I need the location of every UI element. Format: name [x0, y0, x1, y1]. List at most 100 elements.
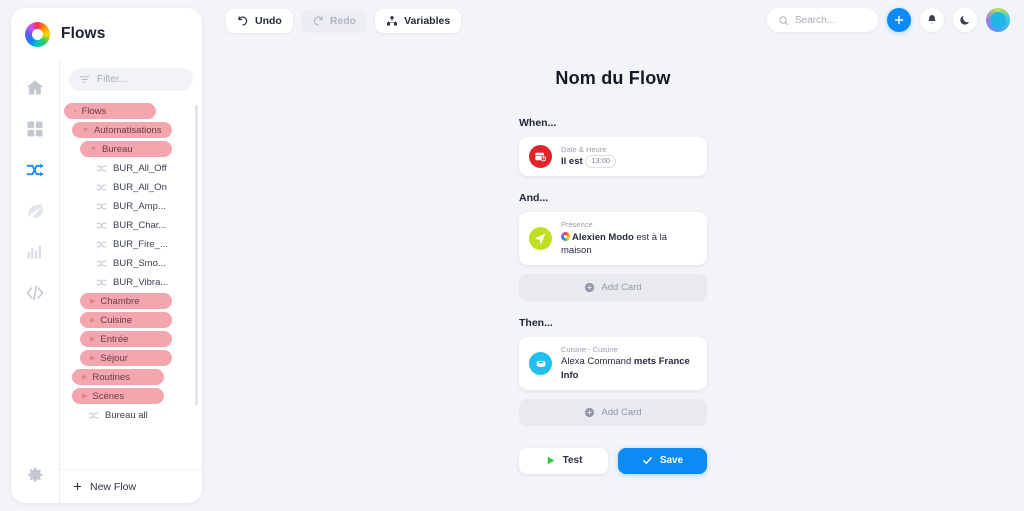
- flow-tree-column: Filter... ▪Flows ▼Automatisations ▼Bureau B…: [59, 60, 202, 503]
- tree-group-routines[interactable]: ▶Routines: [72, 369, 164, 385]
- tree-flow-bur-char-[interactable]: BUR_Char...: [60, 217, 202, 233]
- avatar[interactable]: [986, 8, 1010, 32]
- tree-flow-label: BUR_Char...: [113, 220, 166, 231]
- chevron-right-icon: ▶: [90, 355, 95, 362]
- flow-card-body: Date & HeureIl est 13:00: [561, 145, 616, 168]
- tree-group-label: Chambre: [100, 296, 139, 307]
- chevron-down-icon: ▼: [90, 146, 97, 153]
- filter-placeholder: Filter...: [97, 74, 127, 85]
- page-title: Nom du Flow: [519, 68, 707, 89]
- flow-icon[interactable]: [25, 160, 45, 180]
- tree-flow-bur-all-on[interactable]: BUR_All_On: [60, 179, 202, 195]
- undo-icon: [237, 15, 249, 27]
- tree-group-séjour[interactable]: ▶Séjour: [80, 350, 172, 366]
- notifications-button[interactable]: [920, 8, 944, 32]
- tree-flow-label: Bureau all: [105, 410, 148, 421]
- add-card-button[interactable]: Add Card: [519, 274, 707, 301]
- flow-sections: When...Date & HeureIl est 13:00And...Pré…: [519, 117, 707, 426]
- section-label: Then...: [519, 317, 707, 329]
- time-badge[interactable]: 13:00: [585, 155, 616, 168]
- undo-label: Undo: [255, 15, 282, 27]
- tree-group-entrée[interactable]: ▶Entrée: [80, 331, 172, 347]
- tree-flow-bur-vibra-[interactable]: BUR_Vibra...: [60, 274, 202, 290]
- tree-group-scènes[interactable]: ▶Scènes: [72, 388, 164, 404]
- redo-button[interactable]: Redo: [301, 9, 367, 33]
- person-avatar-icon: [561, 232, 570, 241]
- plus-circle-icon: [584, 282, 595, 293]
- flow-editor: Nom du Flow When... Date & HeureIl est 13…: [519, 68, 707, 474]
- flow-card-subtitle: Cuisine - Cuisine: [561, 345, 697, 355]
- plus-circle-icon: [584, 407, 595, 418]
- tree-group-cuisine[interactable]: ▶ Cuisine: [80, 312, 172, 328]
- flow-icon: [96, 183, 107, 192]
- sidebar-body: Filter... ▪Flows ▼Automatisations ▼Bureau B…: [11, 60, 202, 503]
- add-button[interactable]: [887, 8, 911, 32]
- undo-button[interactable]: Undo: [226, 9, 293, 33]
- flow-card-subtitle: Date & Heure: [561, 145, 616, 155]
- toolbar-right-group: Search...: [767, 8, 1010, 32]
- tree-scroll-area[interactable]: ▪Flows ▼Automatisations ▼Bureau BUR_All_Off…: [60, 97, 202, 469]
- flow-card[interactable]: Cuisine - CuisineAlexa Command mets Fran…: [519, 337, 707, 390]
- flow-icon: [96, 164, 107, 173]
- redo-label: Redo: [330, 15, 356, 27]
- gear-icon[interactable]: [25, 465, 45, 485]
- add-card-button[interactable]: Add Card: [519, 399, 707, 426]
- tree-flow-bur-fire-[interactable]: BUR_Fire_...: [60, 236, 202, 252]
- save-button[interactable]: Save: [618, 448, 707, 474]
- code-icon[interactable]: [25, 283, 45, 303]
- section-label: When...: [519, 117, 707, 129]
- tree-group-label: Cuisine: [100, 315, 132, 326]
- app-root: Flows: [0, 0, 1024, 511]
- flow-card[interactable]: Date & HeureIl est 13:00: [519, 137, 707, 176]
- tree-flow-bur-smo-[interactable]: BUR_Smo...: [60, 255, 202, 271]
- flow-icon: [96, 221, 107, 230]
- chevron-right-icon: ▶: [90, 317, 95, 324]
- test-button[interactable]: Test: [519, 448, 608, 474]
- grid-icon[interactable]: [25, 119, 45, 139]
- tree-group-flows[interactable]: ▪Flows: [64, 103, 156, 119]
- home-icon[interactable]: [25, 78, 45, 98]
- flow-card-person: Alexien Modo: [572, 232, 634, 243]
- tree-group-chambre[interactable]: ▶ Chambre: [80, 293, 172, 309]
- flow-card[interactable]: PrésenceAlexien Modo est à la maison: [519, 212, 707, 265]
- flow-icon: [96, 240, 107, 249]
- tree-group-label: Routines: [92, 372, 130, 383]
- tree-group-bureau[interactable]: ▼Bureau: [80, 141, 172, 157]
- tree-group-automatisations[interactable]: ▼Automatisations: [72, 122, 172, 138]
- calendar-clock-icon: [534, 150, 547, 163]
- tree-group-label: Flows: [81, 106, 106, 117]
- tree-flow-bur-all-off[interactable]: BUR_All_Off: [60, 160, 202, 176]
- filter-input[interactable]: Filter...: [69, 68, 193, 91]
- flow-icon: [96, 202, 107, 211]
- bar-chart-icon[interactable]: [25, 242, 45, 262]
- chevron-right-icon: ▶: [90, 298, 95, 305]
- theme-toggle-button[interactable]: [953, 8, 977, 32]
- tree-flow-label: BUR_All_On: [113, 182, 167, 193]
- location-arrow-icon: [529, 227, 552, 250]
- flow-icon: [96, 278, 107, 287]
- search-input[interactable]: Search...: [767, 8, 878, 32]
- variables-button[interactable]: Variables: [375, 9, 461, 33]
- variables-icon: [386, 15, 398, 27]
- flow-card-body: Cuisine - CuisineAlexa Command mets Fran…: [561, 345, 697, 382]
- chevron-right-icon: ▶: [82, 393, 87, 400]
- tree-flow-bur-amp-[interactable]: BUR_Amp...: [60, 198, 202, 214]
- tree-flow-label: BUR_Amp...: [113, 201, 166, 212]
- check-icon: [642, 455, 653, 466]
- flow-icon: [96, 259, 107, 268]
- save-label: Save: [660, 455, 683, 466]
- tree-scrollbar[interactable]: [195, 105, 198, 405]
- flow-card-subtitle: Présence: [561, 220, 697, 230]
- tree-flow-bureau-all[interactable]: Bureau all: [60, 407, 202, 423]
- rainbow-ring-logo-icon: [25, 22, 50, 47]
- new-flow-button[interactable]: New Flow: [60, 469, 202, 503]
- leaf-icon[interactable]: [25, 201, 45, 221]
- test-label: Test: [563, 455, 583, 466]
- moon-icon: [959, 14, 971, 26]
- editor-actions: Test Save: [519, 448, 707, 474]
- app-title: Flows: [61, 25, 105, 43]
- toolbar-left-group: Undo Redo Variables: [226, 9, 461, 33]
- sidebar-header: Flows: [11, 8, 202, 60]
- top-toolbar: Undo Redo Variables: [212, 0, 1024, 44]
- variables-label: Variables: [404, 15, 450, 27]
